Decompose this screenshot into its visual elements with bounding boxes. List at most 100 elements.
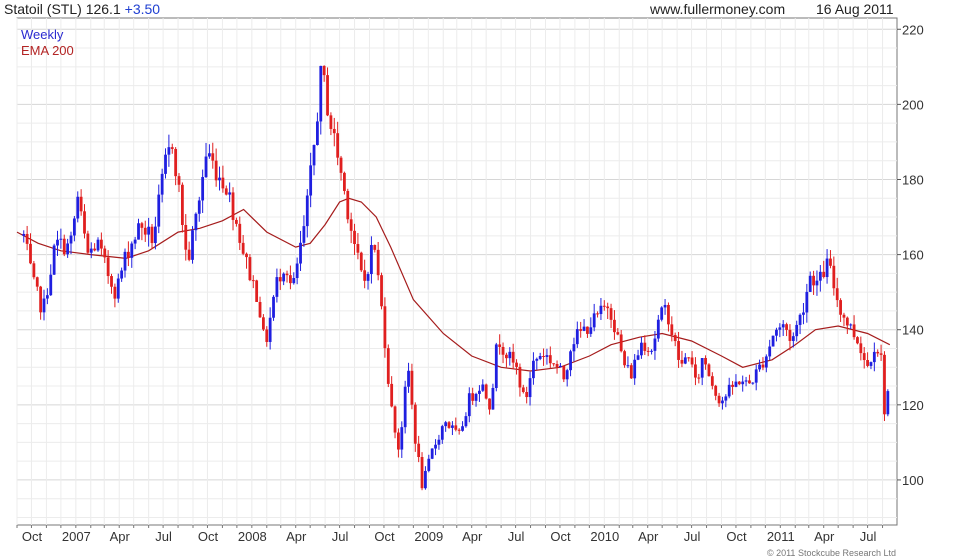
candle-body <box>383 306 387 349</box>
candle-body <box>744 380 748 382</box>
candle-body <box>160 173 164 195</box>
candle-body <box>140 223 144 228</box>
candle-body <box>862 353 866 361</box>
candle-body <box>319 65 323 122</box>
candle-body <box>420 457 424 489</box>
candle-body <box>778 327 782 330</box>
candle-body <box>842 314 846 318</box>
price-chart: 100 120 140 160 180 200 220 Oct 2007 Apr Jul Oct 20… <box>16 17 924 544</box>
candle-body <box>538 356 542 359</box>
candle-body <box>32 263 36 278</box>
candle-body <box>656 319 660 339</box>
candle-body <box>518 366 522 388</box>
candle-body <box>852 324 856 338</box>
candle-body <box>424 470 427 489</box>
candle-body <box>559 365 562 368</box>
candle-body <box>184 224 188 250</box>
candle-body <box>177 176 181 185</box>
candle-body <box>312 145 316 166</box>
candle-body <box>174 148 178 177</box>
candle-body <box>305 195 309 227</box>
candle-body <box>690 357 694 365</box>
candle-body <box>670 324 674 336</box>
candle-body <box>731 384 734 387</box>
candle-body <box>464 416 468 427</box>
x-tick-label: 2008 <box>238 529 267 544</box>
candle-body <box>86 233 90 253</box>
x-tick-label: Apr <box>462 529 483 544</box>
candle-body <box>602 305 606 307</box>
candle-body <box>45 295 49 299</box>
candle-body <box>49 274 53 296</box>
candle-body <box>62 238 66 255</box>
candle-body <box>29 243 32 264</box>
candle-body <box>663 304 667 308</box>
x-tick-label: Jul <box>508 529 525 544</box>
x-tick-label: Jul <box>332 529 349 544</box>
candle-body <box>407 370 410 387</box>
candle-body <box>76 196 80 219</box>
candle-body <box>505 354 508 359</box>
candle-body <box>339 157 343 173</box>
candle-body <box>727 384 731 397</box>
candle-body <box>876 351 880 354</box>
candle-body <box>552 363 556 365</box>
candle-body <box>781 324 785 328</box>
candle-body <box>461 426 464 431</box>
candle-body <box>535 358 539 361</box>
candle-body <box>231 192 235 220</box>
candle-body <box>474 393 478 401</box>
x-tick-label: 2009 <box>414 529 443 544</box>
candle-body <box>66 243 70 255</box>
candle-body <box>771 335 775 347</box>
candle-body <box>187 249 191 260</box>
candle-body <box>147 226 151 235</box>
candle-body <box>397 432 400 450</box>
candle-body <box>454 425 458 430</box>
candle-body <box>734 381 738 387</box>
candle-body <box>322 65 326 76</box>
candle-body <box>390 383 394 407</box>
candle-body <box>346 190 350 220</box>
candle-body <box>650 350 653 352</box>
y-tick-label: 180 <box>902 172 924 187</box>
candle-body <box>596 313 599 315</box>
candle-body <box>548 355 552 364</box>
candle-body <box>805 291 809 313</box>
candle-body <box>218 177 221 181</box>
candle-body <box>359 252 363 271</box>
candle-body <box>542 356 545 358</box>
candle-body <box>275 277 279 297</box>
candle-body <box>859 343 863 354</box>
candle-body <box>137 223 140 240</box>
candle-body <box>437 439 441 445</box>
candle-body <box>96 239 100 251</box>
candle-body <box>366 274 370 281</box>
x-tick-label: Apr <box>814 529 835 544</box>
candle-body <box>349 219 353 231</box>
candle-body <box>494 344 498 388</box>
y-tick-label: 100 <box>902 473 924 488</box>
candle-body <box>241 242 245 254</box>
candle-body <box>79 196 83 212</box>
candle-body <box>110 276 113 287</box>
candle-body <box>700 358 704 378</box>
candle-body <box>393 406 397 433</box>
candle-body <box>501 346 505 355</box>
x-tick-label: Oct <box>22 529 43 544</box>
candle-body <box>467 393 471 417</box>
candle-body <box>498 344 502 347</box>
candle-body <box>25 233 29 244</box>
x-tick-label: Jul <box>684 529 701 544</box>
candle-body <box>353 230 356 245</box>
candle-body <box>886 391 890 415</box>
x-tick-label: 2007 <box>62 529 91 544</box>
candle-body <box>629 365 633 379</box>
candle-body <box>812 275 815 286</box>
candle-body <box>292 278 296 284</box>
candle-body <box>555 364 559 368</box>
legend-ema: EMA 200 <box>21 43 74 58</box>
y-tick-label: 120 <box>902 398 924 413</box>
candle-body <box>478 390 481 394</box>
candle-body <box>761 364 765 368</box>
